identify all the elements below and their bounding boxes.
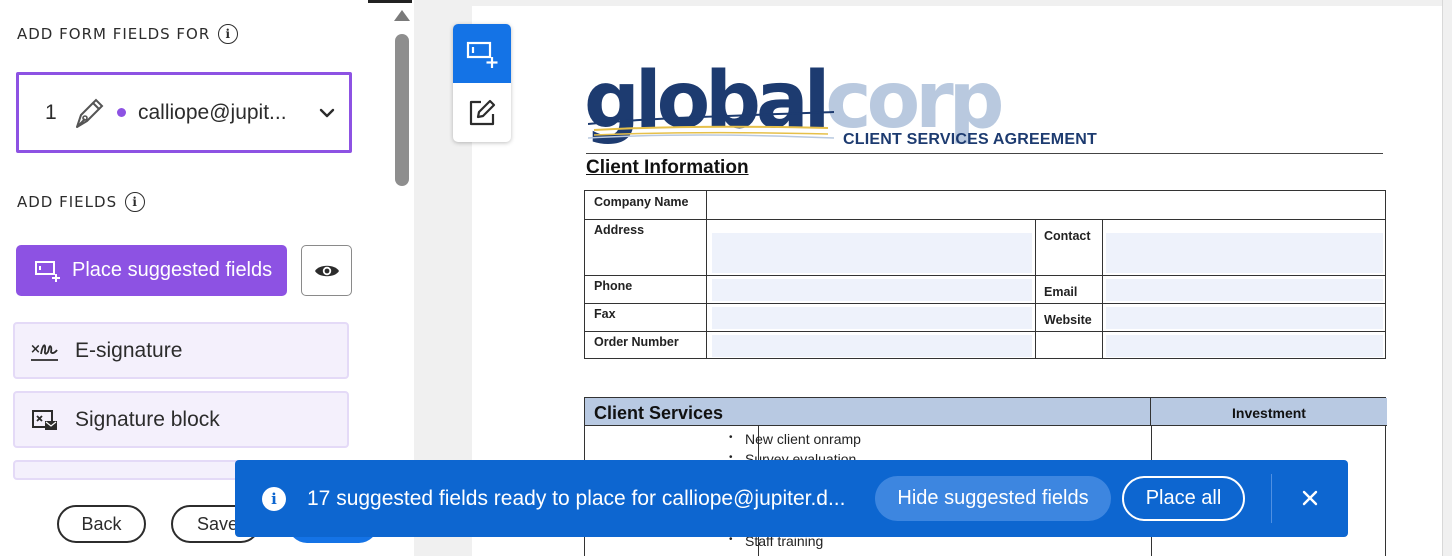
email-input[interactable] [1106, 279, 1383, 301]
phone-input[interactable] [712, 279, 1032, 301]
fax-label: Fax [594, 307, 616, 321]
order-number-input[interactable] [712, 335, 1032, 357]
add-field-icon [35, 260, 60, 282]
hide-suggested-fields-label: Hide suggested fields [897, 487, 1089, 509]
place-suggested-fields-label: Place suggested fields [72, 259, 273, 281]
table-rule [1102, 219, 1103, 358]
table-rule [585, 331, 1385, 332]
field-icon [29, 476, 61, 478]
svg-text:×: × [30, 342, 41, 357]
company-name-label: Company Name [594, 195, 689, 209]
fax-input[interactable] [712, 307, 1032, 329]
toast-message: 17 suggested fields ready to place for c… [307, 487, 846, 510]
viewer-scrollbar[interactable] [1442, 0, 1452, 556]
add-form-fields-heading-label: ADD FORM FIELDS FOR [17, 25, 211, 43]
client-information-table: Company Name Address Contact Phone Email… [584, 190, 1386, 359]
add-form-fields-heading: ADD FORM FIELDS FOR i [17, 24, 239, 44]
signer-number: 1 [45, 100, 57, 124]
website-label: Website [1044, 313, 1092, 327]
contact-input[interactable] [1106, 233, 1383, 273]
signer-email: calliope@jupit... [138, 100, 287, 124]
back-button[interactable]: Back [57, 505, 146, 543]
edit-icon [469, 99, 496, 125]
table-rule [585, 219, 1385, 220]
panel-top-indicator [368, 0, 412, 3]
logo-swoosh [588, 111, 835, 139]
field-item-e-signature[interactable]: × E-signature [13, 322, 349, 379]
toast-divider [1271, 474, 1272, 523]
fountain-pen-icon [76, 98, 104, 128]
info-icon[interactable]: i [218, 24, 239, 44]
place-all-label: Place all [1145, 487, 1222, 509]
save-button-label: Save [197, 513, 239, 534]
order-extra-input[interactable] [1106, 335, 1383, 357]
add-fields-heading: ADD FIELDS i [17, 192, 146, 212]
website-input[interactable] [1106, 307, 1383, 329]
investment-heading: Investment [1151, 398, 1387, 426]
preview-eye-button[interactable] [301, 245, 352, 296]
client-services-heading: Client Services [585, 398, 1151, 426]
agreement-title: CLIENT SERVICES AGREEMENT [843, 131, 1097, 148]
header-divider [586, 153, 1383, 154]
close-icon[interactable] [1298, 486, 1322, 510]
back-button-label: Back [81, 513, 122, 534]
field-item-signature-block[interactable]: Signature block [13, 391, 349, 448]
hide-suggested-fields-button[interactable]: Hide suggested fields [875, 476, 1111, 521]
address-label: Address [594, 223, 645, 237]
client-information-title: Client Information [586, 157, 749, 178]
contact-label: Contact [1044, 229, 1091, 243]
info-icon: i [262, 487, 286, 511]
edit-tool-button[interactable] [453, 83, 511, 142]
add-field-icon [466, 41, 498, 68]
chevron-down-icon[interactable] [318, 104, 336, 122]
e-signature-icon: × [29, 337, 61, 365]
field-item-label: Signature block [75, 407, 220, 431]
table-rule [1035, 219, 1036, 358]
place-suggested-fields-button[interactable]: Place suggested fields [16, 245, 287, 296]
table-rule [585, 275, 1385, 276]
info-icon[interactable]: i [125, 192, 146, 212]
place-all-button[interactable]: Place all [1122, 476, 1245, 521]
signer-selector[interactable]: 1 calliope@jupit... [16, 72, 352, 153]
add-fields-heading-label: ADD FIELDS [17, 193, 118, 211]
phone-label: Phone [594, 279, 633, 293]
scroll-up-arrow-icon[interactable] [394, 10, 410, 21]
service-item: New client onramp [729, 431, 861, 447]
signature-block-icon [29, 406, 61, 434]
add-field-tool-button[interactable] [453, 24, 511, 83]
tool-strip [453, 24, 511, 142]
address-input[interactable] [712, 233, 1032, 273]
suggested-fields-toast: i 17 suggested fields ready to place for… [235, 460, 1348, 537]
signer-color-dot [117, 108, 126, 117]
email-label: Email [1044, 285, 1078, 299]
table-rule [706, 191, 707, 358]
field-item-label: E-signature [75, 338, 183, 362]
eye-icon [314, 265, 339, 276]
table-rule [585, 303, 1385, 304]
order-number-label: Order Number [594, 335, 679, 349]
panel-scrollbar-thumb[interactable] [395, 34, 409, 186]
